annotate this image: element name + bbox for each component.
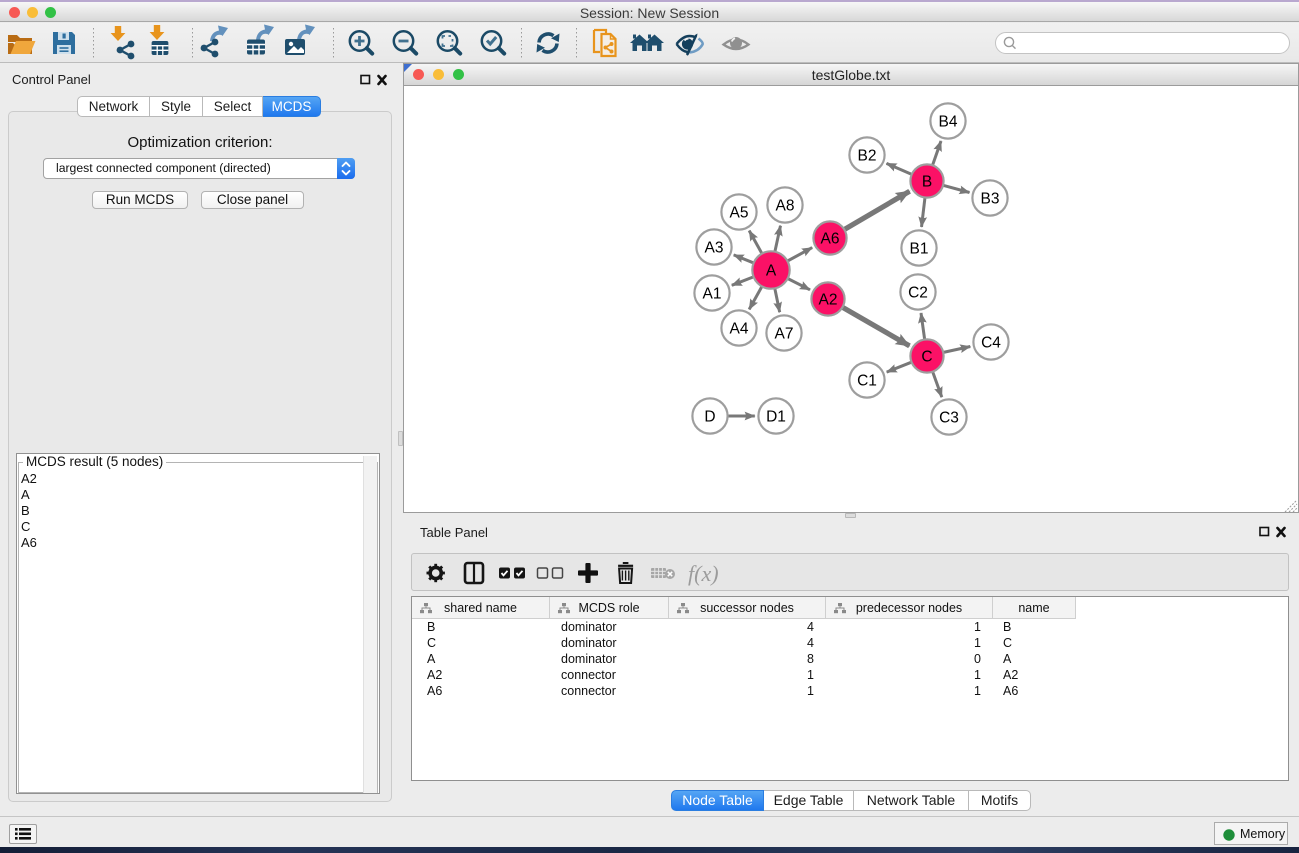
svg-text:A7: A7	[775, 326, 794, 343]
svg-text:C1: C1	[857, 373, 877, 390]
svg-text:A3: A3	[705, 240, 724, 257]
svg-text:A8: A8	[776, 198, 795, 215]
svg-text:f(x): f(x)	[688, 561, 719, 586]
svg-text:B3: B3	[981, 191, 1000, 208]
svg-text:A5: A5	[730, 205, 749, 222]
svg-text:A: A	[766, 263, 777, 280]
svg-text:A2: A2	[819, 292, 838, 309]
svg-text:A4: A4	[730, 321, 749, 338]
svg-text:A6: A6	[821, 231, 840, 248]
svg-text:C: C	[921, 349, 932, 366]
svg-text:B: B	[922, 174, 932, 191]
svg-text:A1: A1	[703, 286, 722, 303]
svg-text:B2: B2	[858, 148, 877, 165]
svg-text:D1: D1	[766, 409, 786, 426]
svg-text:D: D	[704, 409, 715, 426]
svg-text:C4: C4	[981, 335, 1001, 352]
svg-text:B1: B1	[910, 241, 929, 258]
svg-text:C2: C2	[908, 285, 928, 302]
svg-text:C3: C3	[939, 410, 959, 427]
svg-text:B4: B4	[939, 114, 958, 131]
